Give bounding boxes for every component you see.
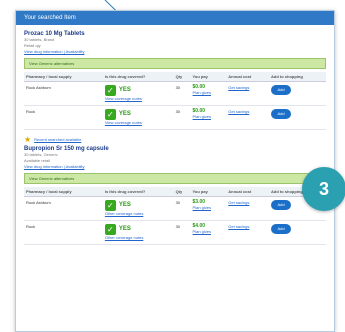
qty-cell: 30 — [173, 105, 191, 130]
add-cell: Add — [269, 81, 326, 106]
annual-cell: Get savings — [226, 220, 270, 245]
item2-table: Pharmacy / local supply Is this drug cov… — [24, 187, 326, 245]
add-button[interactable]: Add — [271, 109, 292, 119]
table-row: Rock ✓ YES Other coverage notes 30 $4.00 … — [24, 220, 326, 245]
pharmacy-name: Rock Ashburn — [24, 196, 103, 221]
coverage-notes-link[interactable]: View coverage notes — [105, 120, 172, 126]
col-add: Add to shopping — [269, 72, 326, 82]
col-annual: Annual cost — [226, 187, 270, 197]
pharmacy-name: Rock Ashburn — [24, 81, 103, 106]
star-icon: ★ — [24, 135, 32, 144]
item2-links[interactable]: View drug information | Availability — [24, 164, 326, 170]
col-qty: Qty — [173, 187, 191, 197]
check-icon: ✓ — [104, 224, 116, 235]
results-card: Your searched Item Prozac 10 Mg Tablets … — [15, 10, 335, 332]
check-icon: ✓ — [104, 200, 116, 211]
item1-block: Prozac 10 Mg Tablets 30 tablets, Brand R… — [16, 25, 334, 245]
price-cell: $0.00 Plan gives — [190, 105, 227, 130]
annual-cell: Get savings — [226, 196, 270, 221]
annual-link[interactable]: Get savings — [228, 85, 267, 91]
table-row: Rock Ashburn ✓ YES View coverage notes 30… — [24, 81, 326, 106]
recent-search-link[interactable]: Recent searched available — [34, 137, 81, 143]
price-cell: $0.00 Plan gives — [190, 81, 227, 106]
price-note[interactable]: Plan gives — [193, 229, 225, 235]
pharmacy-name: Rock — [24, 220, 103, 245]
price-note[interactable]: Plan gives — [193, 114, 225, 120]
coverage-notes-link[interactable]: Other coverage notes — [105, 211, 172, 217]
yes-label: YES — [118, 87, 131, 93]
add-button[interactable]: Add — [271, 200, 292, 210]
results-header: Your searched Item — [16, 11, 334, 25]
price-cell: $3.00 Plan gives — [190, 196, 227, 221]
recent-search-row: ★ Recent searched available — [24, 136, 326, 144]
item1-generic-bar[interactable]: View Generic alternatives — [24, 58, 326, 69]
col-pharmacy: Pharmacy / local supply — [24, 187, 103, 197]
step-number-badge: 3 — [302, 167, 345, 211]
annual-link[interactable]: Get savings — [228, 200, 267, 206]
col-covered: Is this drug covered? — [102, 72, 174, 82]
pharmacy-name: Rock — [24, 105, 103, 130]
table-header-row: Pharmacy / local supply Is this drug cov… — [24, 187, 326, 197]
price-cell: $4.00 Plan gives — [190, 220, 227, 245]
annual-link[interactable]: Get savings — [228, 109, 267, 115]
coverage-notes-link[interactable]: View coverage notes — [105, 96, 172, 102]
add-cell: Add — [269, 105, 326, 130]
coverage-cell: ✓ YES View coverage notes — [102, 81, 174, 106]
col-pay: You pay — [190, 72, 227, 82]
item1-table: Pharmacy / local supply Is this drug cov… — [24, 72, 326, 130]
col-pay: You pay — [190, 187, 227, 197]
col-pharmacy: Pharmacy / local supply — [24, 72, 103, 82]
check-icon: ✓ — [104, 85, 116, 96]
item1-links[interactable]: View drug information | Availability — [24, 49, 326, 55]
yes-label: YES — [118, 202, 131, 208]
table-row: Rock ✓ YES View coverage notes 30 $0.00 P… — [24, 105, 326, 130]
annual-cell: Get savings — [226, 81, 270, 106]
col-covered: Is this drug covered? — [102, 187, 174, 197]
annual-link[interactable]: Get savings — [228, 224, 267, 230]
table-row: Rock Ashburn ✓ YES Other coverage notes 3… — [24, 196, 326, 221]
coverage-cell: ✓ YES View coverage notes — [102, 105, 174, 130]
col-qty: Qty — [173, 72, 191, 82]
add-button[interactable]: Add — [271, 224, 292, 234]
price-note[interactable]: Plan gives — [193, 205, 225, 211]
coverage-notes-link[interactable]: Other coverage notes — [105, 235, 172, 241]
annual-cell: Get savings — [226, 105, 270, 130]
add-button[interactable]: Add — [271, 85, 292, 95]
coverage-cell: ✓ YES Other coverage notes — [102, 196, 174, 221]
qty-cell: 30 — [173, 220, 191, 245]
item2-generic-bar[interactable]: View Generic alternatives — [24, 173, 326, 184]
yes-label: YES — [118, 111, 131, 117]
add-cell: Add — [269, 220, 326, 245]
qty-cell: 30 — [173, 81, 191, 106]
yes-label: YES — [118, 226, 131, 232]
check-icon: ✓ — [104, 109, 116, 120]
coverage-cell: ✓ YES Other coverage notes — [102, 220, 174, 245]
col-annual: Annual cost — [226, 72, 270, 82]
price-note[interactable]: Plan gives — [193, 90, 225, 96]
qty-cell: 30 — [173, 196, 191, 221]
table-header-row: Pharmacy / local supply Is this drug cov… — [24, 72, 326, 82]
